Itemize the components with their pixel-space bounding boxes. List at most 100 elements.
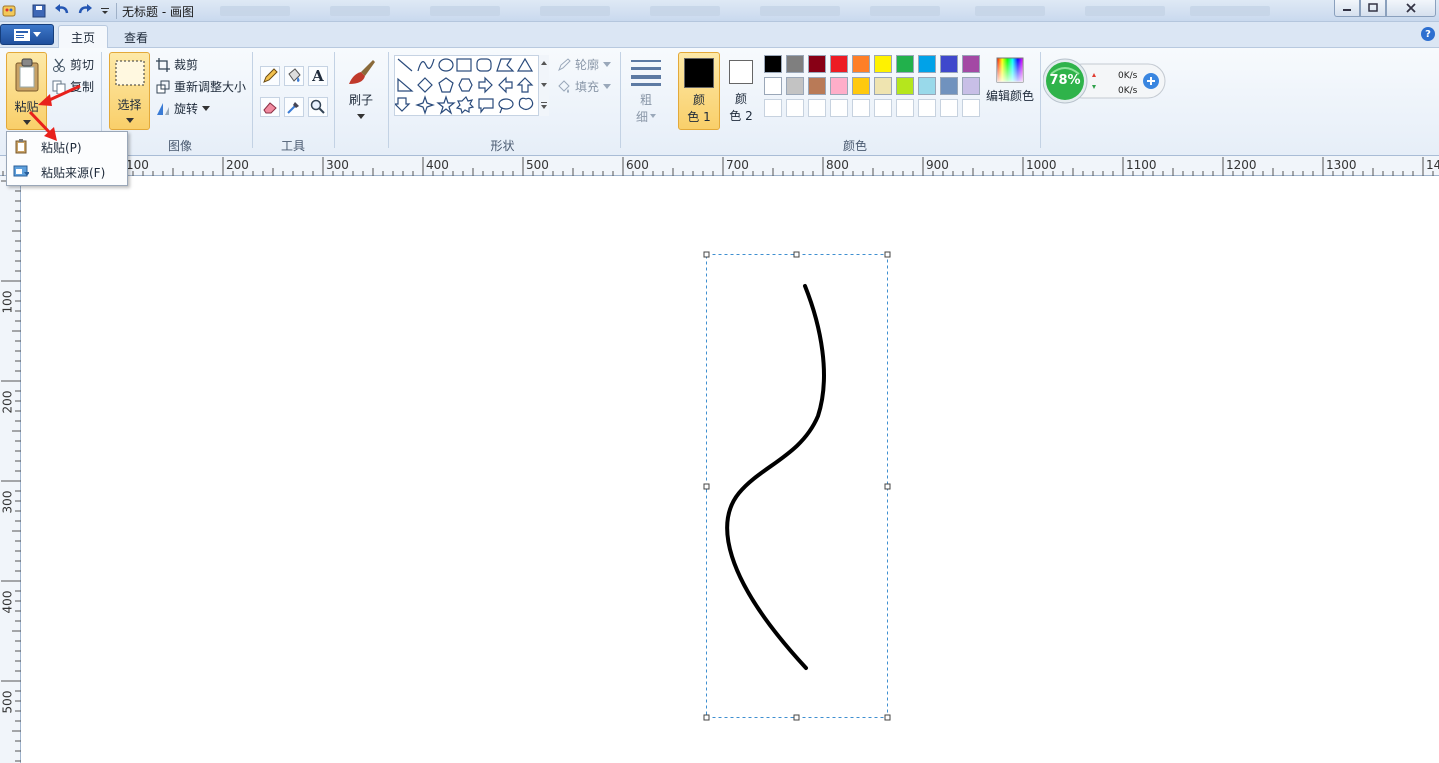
color-swatch[interactable] bbox=[874, 77, 892, 95]
custom-color-slot[interactable] bbox=[874, 99, 892, 117]
select-button[interactable]: 选择 bbox=[109, 52, 150, 130]
fill-button[interactable]: 填充 bbox=[557, 78, 612, 95]
ruler-label: 500 bbox=[526, 158, 549, 172]
menu-item-paste-from[interactable]: 粘贴来源(F) bbox=[7, 159, 127, 183]
eraser-tool[interactable] bbox=[260, 97, 280, 117]
minimize-button[interactable] bbox=[1334, 0, 1360, 17]
selection-handle[interactable] bbox=[884, 714, 891, 721]
size-label-bottom: 细 bbox=[635, 110, 648, 124]
color2-button[interactable]: 颜 色 2 bbox=[720, 52, 762, 130]
custom-color-slot[interactable] bbox=[830, 99, 848, 117]
app-menu-button[interactable] bbox=[0, 24, 54, 45]
custom-color-slot[interactable] bbox=[896, 99, 914, 117]
tab-home[interactable]: 主页 bbox=[58, 25, 109, 49]
ruler-label: 500 bbox=[0, 690, 15, 714]
copy-label: 复制 bbox=[70, 80, 95, 94]
color-swatch[interactable] bbox=[808, 77, 826, 95]
chevron-down-icon bbox=[603, 61, 612, 67]
undo-icon[interactable] bbox=[53, 2, 71, 20]
maximize-button[interactable] bbox=[1360, 0, 1386, 17]
color-swatch[interactable] bbox=[764, 55, 782, 73]
paste-button[interactable]: 粘贴 bbox=[6, 52, 47, 130]
background-taskbar-item bbox=[1085, 6, 1165, 16]
color-swatch[interactable] bbox=[918, 77, 936, 95]
custom-color-slot[interactable] bbox=[764, 99, 782, 117]
color-swatch[interactable] bbox=[940, 55, 958, 73]
selection-handle[interactable] bbox=[703, 714, 710, 721]
color-swatch[interactable] bbox=[896, 77, 914, 95]
color-swatch[interactable] bbox=[962, 55, 980, 73]
shapes-gallery[interactable] bbox=[393, 55, 549, 116]
paint-app-icon[interactable] bbox=[0, 2, 18, 20]
ruler-label: 1300 bbox=[1326, 158, 1357, 172]
paste-from-icon bbox=[13, 165, 29, 177]
help-icon[interactable]: ? bbox=[1421, 27, 1435, 41]
outline-button[interactable]: 轮廓 bbox=[557, 56, 612, 73]
color-swatch[interactable] bbox=[830, 77, 848, 95]
network-speed-widget[interactable]: 78% 0K/s 0K/s bbox=[1043, 58, 1167, 104]
group-separator bbox=[1040, 52, 1041, 148]
tab-view[interactable]: 查看 bbox=[112, 25, 160, 49]
color2-label-bottom: 色 2 bbox=[729, 109, 753, 123]
color-swatch[interactable] bbox=[830, 55, 848, 73]
customize-quick-access-icon[interactable] bbox=[96, 2, 114, 20]
upload-speed: 0K/s bbox=[1118, 71, 1138, 81]
color-swatch[interactable] bbox=[896, 55, 914, 73]
selection-rectangle[interactable] bbox=[706, 254, 888, 718]
shapes-scroll[interactable] bbox=[538, 55, 549, 116]
color-swatch[interactable] bbox=[786, 55, 804, 73]
image-group-label: 图像 bbox=[167, 139, 192, 153]
color-swatch[interactable] bbox=[786, 77, 804, 95]
custom-color-slot[interactable] bbox=[962, 99, 980, 117]
close-button[interactable] bbox=[1386, 0, 1436, 17]
crop-button[interactable]: 裁剪 bbox=[156, 56, 198, 73]
selection-handle[interactable] bbox=[884, 251, 891, 258]
eraser-icon bbox=[263, 102, 277, 114]
save-icon[interactable] bbox=[30, 2, 48, 20]
brushes-button[interactable]: 刷子 bbox=[340, 52, 382, 130]
download-speed: 0K/s bbox=[1118, 86, 1138, 96]
color-picker-tool[interactable] bbox=[284, 97, 304, 117]
select-label: 选择 bbox=[117, 98, 142, 112]
custom-color-slot[interactable] bbox=[940, 99, 958, 117]
color-swatch[interactable] bbox=[940, 77, 958, 95]
custom-color-slot[interactable] bbox=[786, 99, 804, 117]
color-swatch[interactable] bbox=[808, 55, 826, 73]
size-button[interactable]: 粗 细 bbox=[626, 52, 666, 128]
resize-button[interactable]: 重新调整大小 bbox=[156, 78, 246, 95]
drawing-canvas[interactable] bbox=[21, 176, 1439, 763]
edit-colors-button[interactable]: 编辑颜色 bbox=[984, 54, 1036, 124]
pencil-tool[interactable] bbox=[260, 66, 280, 86]
paint-bucket-icon bbox=[288, 68, 301, 82]
chevron-down-icon bbox=[202, 105, 211, 111]
rotate-button[interactable]: 旋转 bbox=[156, 100, 211, 117]
color-swatch[interactable] bbox=[918, 55, 936, 73]
cut-button[interactable]: 剪切 bbox=[52, 56, 94, 73]
ruler-label: 1200 bbox=[1226, 158, 1257, 172]
fill-tool[interactable] bbox=[284, 66, 304, 86]
color1-button[interactable]: 颜 色 1 bbox=[678, 52, 720, 130]
title-separator bbox=[116, 3, 117, 19]
chevron-down-icon bbox=[125, 118, 134, 123]
selection-handle[interactable] bbox=[793, 251, 800, 258]
color-swatch[interactable] bbox=[962, 77, 980, 95]
custom-color-slot[interactable] bbox=[852, 99, 870, 117]
ruler-label: 200 bbox=[0, 390, 15, 414]
color-swatch[interactable] bbox=[852, 55, 870, 73]
color-swatch[interactable] bbox=[852, 77, 870, 95]
selection-handle[interactable] bbox=[884, 483, 891, 490]
color-spectrum-icon bbox=[996, 57, 1024, 83]
selection-handle[interactable] bbox=[703, 251, 710, 258]
magnifier-tool[interactable] bbox=[308, 97, 328, 117]
copy-button[interactable]: 复制 bbox=[52, 78, 94, 95]
selection-handle[interactable] bbox=[703, 483, 710, 490]
selection-handle[interactable] bbox=[793, 714, 800, 721]
color-swatch[interactable] bbox=[764, 77, 782, 95]
clipboard-icon bbox=[15, 139, 27, 154]
text-tool[interactable]: A bbox=[308, 66, 328, 86]
color-swatch[interactable] bbox=[874, 55, 892, 73]
redo-icon[interactable] bbox=[76, 2, 94, 20]
menu-item-paste[interactable]: 粘贴(P) bbox=[7, 134, 127, 158]
custom-color-slot[interactable] bbox=[808, 99, 826, 117]
custom-color-slot[interactable] bbox=[918, 99, 936, 117]
